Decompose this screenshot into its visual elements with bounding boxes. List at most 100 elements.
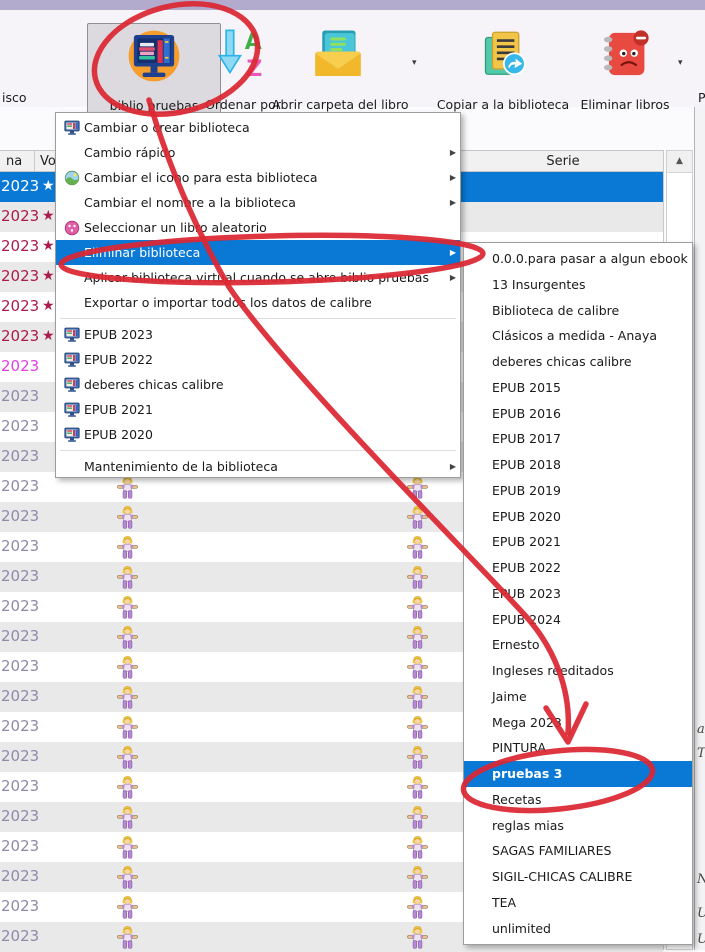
menu-item-deberes-chicas-calibre[interactable]: deberes chicas calibre bbox=[56, 372, 460, 397]
submenu-arrow-icon: ▶ bbox=[449, 148, 456, 157]
submenu-item-pruebas-3[interactable]: pruebas 3 bbox=[464, 761, 692, 787]
toolbar-button-label: Abrir carpeta del libro bbox=[272, 97, 409, 112]
submenu-item-0-0-0-para-pasar-a-algun-ebook[interactable]: 0.0.0.para pasar a algun ebook bbox=[464, 246, 692, 272]
submenu-item-epub-2024[interactable]: EPUB 2024 bbox=[464, 607, 692, 633]
submenu-item-ingleses-reeditados[interactable]: Ingleses reeditados bbox=[464, 658, 692, 684]
submenu-item-epub-2018[interactable]: EPUB 2018 bbox=[464, 452, 692, 478]
submenu-item-epub-2015[interactable]: EPUB 2015 bbox=[464, 375, 692, 401]
submenu-item-ernesto[interactable]: Ernesto bbox=[464, 632, 692, 658]
menu-item-cambiar-el-nombre-a-la-biblioteca[interactable]: Cambiar el nombre a la biblioteca ▶ bbox=[56, 190, 460, 215]
library-icon bbox=[64, 377, 80, 393]
menu-item-icon-box bbox=[64, 377, 84, 393]
girl-icon bbox=[116, 595, 139, 619]
girl-icon bbox=[406, 595, 429, 619]
cell-year: 2023 bbox=[1, 327, 40, 345]
girl-icon bbox=[116, 655, 139, 679]
girl-icon bbox=[116, 805, 139, 829]
submenu-item-epub-2019[interactable]: EPUB 2019 bbox=[464, 478, 692, 504]
girl-icon bbox=[116, 835, 139, 859]
scroll-up-icon[interactable]: ▲ bbox=[667, 151, 692, 173]
submenu-item-sagas-familiares[interactable]: SAGAS FAMILIARES bbox=[464, 838, 692, 864]
cell-year: 2023 bbox=[1, 777, 40, 795]
girl-icon bbox=[116, 865, 139, 889]
girl-icon bbox=[116, 715, 139, 739]
menu-item-epub-2023[interactable]: EPUB 2023 bbox=[56, 322, 460, 347]
girl-icon bbox=[116, 685, 139, 709]
girl-icon bbox=[406, 805, 429, 829]
menu-item-aplicar-biblioteca-virtual-cuando-se-abre-biblio-pruebas[interactable]: Aplicar biblioteca virtual cuando se abr… bbox=[56, 265, 460, 290]
menu-item-seleccionar-un-libro-aleatorio[interactable]: Seleccionar un libro aleatorio bbox=[56, 215, 460, 240]
menu-item-epub-2022[interactable]: EPUB 2022 bbox=[56, 347, 460, 372]
menu-item-icon-box bbox=[64, 459, 84, 475]
chevron-down-icon[interactable]: ▾ bbox=[412, 58, 417, 68]
cell-year: 2023 bbox=[1, 837, 40, 855]
column-header-serie[interactable]: Serie bbox=[465, 154, 661, 169]
submenu-item-epub-2022[interactable]: EPUB 2022 bbox=[464, 555, 692, 581]
submenu-item-pintura[interactable]: PINTURA bbox=[464, 735, 692, 761]
menu-item-exportar-o-importar-todos-los-datos-de-calibre[interactable]: Exportar o importar todos los datos de c… bbox=[56, 290, 460, 315]
toolbar-button-open-book-folder[interactable]: Abrir carpeta del libro bbox=[272, 23, 409, 116]
submenu-item-epub-2020[interactable]: EPUB 2020 bbox=[464, 504, 692, 530]
girl-icon bbox=[116, 745, 139, 769]
submenu-item-epub-2016[interactable]: EPUB 2016 bbox=[464, 401, 692, 427]
chevron-down-icon[interactable]: ▾ bbox=[678, 58, 683, 68]
girl-icon bbox=[406, 535, 429, 559]
submenu-item-unlimited[interactable]: unlimited bbox=[464, 916, 692, 942]
submenu-item-cl-sicos-a-medida-anaya[interactable]: Clásicos a medida - Anaya bbox=[464, 323, 692, 349]
girl-icon bbox=[406, 835, 429, 859]
toolbar-button-save-to-disk-partial[interactable]: isco bbox=[2, 90, 27, 105]
girl-icon bbox=[116, 775, 139, 799]
girl-icon bbox=[116, 715, 139, 739]
menu-item-epub-2021[interactable]: EPUB 2021 bbox=[56, 397, 460, 422]
menu-item-cambiar-el-icono-para-esta-biblioteca[interactable]: Cambiar el icono para esta biblioteca ▶ bbox=[56, 165, 460, 190]
menu-item-icon-box bbox=[64, 170, 84, 186]
cell-year: 2023 bbox=[1, 207, 40, 225]
girl-icon bbox=[406, 775, 429, 799]
girl-icon bbox=[406, 925, 429, 949]
library-icon bbox=[64, 327, 80, 343]
cell-year: 2023 bbox=[1, 267, 40, 285]
background-window-edge: aT N U UN bbox=[694, 107, 705, 950]
column-header-date-partial[interactable]: na bbox=[6, 154, 22, 169]
menu-item-mantenimiento-de-la-biblioteca[interactable]: Mantenimiento de la biblioteca ▶ bbox=[56, 454, 460, 479]
girl-icon bbox=[406, 835, 429, 859]
girl-icon bbox=[116, 535, 139, 559]
toolbar-button-right-partial[interactable]: P bbox=[698, 90, 705, 105]
cell-year: 2023 bbox=[1, 897, 40, 915]
submenu-item-tea[interactable]: TEA bbox=[464, 890, 692, 916]
submenu-item-epub-2017[interactable]: EPUB 2017 bbox=[464, 426, 692, 452]
girl-icon bbox=[406, 775, 429, 799]
girl-icon bbox=[116, 805, 139, 829]
cell-year: 2023 bbox=[1, 387, 40, 405]
girl-icon bbox=[406, 925, 429, 949]
girl-icon bbox=[406, 865, 429, 889]
library-icon bbox=[64, 352, 80, 368]
submenu-item-deberes-chicas-calibre[interactable]: deberes chicas calibre bbox=[464, 349, 692, 375]
menu-item-cambio-r-pido[interactable]: Cambio rápido ▶ bbox=[56, 140, 460, 165]
column-header-rating-partial[interactable]: Vo bbox=[40, 154, 56, 169]
submenu-item-mega-2023[interactable]: Mega 2023 bbox=[464, 710, 692, 736]
submenu-item-reglas-mias[interactable]: reglas mias bbox=[464, 813, 692, 839]
submenu-item-sigil-chicas-calibre[interactable]: SIGIL-CHICAS CALIBRE bbox=[464, 864, 692, 890]
cell-year: 2023 bbox=[1, 867, 40, 885]
girl-icon bbox=[406, 625, 429, 649]
submenu-item-recetas[interactable]: Recetas bbox=[464, 787, 692, 813]
menu-item-icon-box bbox=[64, 195, 84, 211]
library-computer-icon bbox=[126, 28, 182, 84]
submenu-arrow-icon: ▶ bbox=[449, 173, 456, 182]
girl-icon bbox=[116, 505, 139, 529]
submenu-item-epub-2023[interactable]: EPUB 2023 bbox=[464, 581, 692, 607]
toolbar-button-copy-to-library[interactable]: Copiar a la biblioteca bbox=[435, 23, 571, 116]
girl-icon bbox=[406, 655, 429, 679]
submenu-item-biblioteca-de-calibre[interactable]: Biblioteca de calibre bbox=[464, 298, 692, 324]
cell-year: 2023 bbox=[1, 597, 40, 615]
menu-item-eliminar-biblioteca[interactable]: Eliminar biblioteca ▶ bbox=[56, 240, 460, 265]
menu-item-epub-2020[interactable]: EPUB 2020 bbox=[56, 422, 460, 447]
menu-item-cambiar-o-crear-biblioteca[interactable]: Cambiar o crear biblioteca bbox=[56, 115, 460, 140]
submenu-item-13-insurgentes[interactable]: 13 Insurgentes bbox=[464, 272, 692, 298]
toolbar-button-delete-books[interactable]: Eliminar libros bbox=[576, 23, 674, 116]
dice-icon bbox=[64, 220, 80, 236]
submenu-item-epub-2021[interactable]: EPUB 2021 bbox=[464, 529, 692, 555]
toolbar-button-label: Eliminar libros bbox=[580, 97, 670, 112]
submenu-item-jaime[interactable]: Jaime bbox=[464, 684, 692, 710]
